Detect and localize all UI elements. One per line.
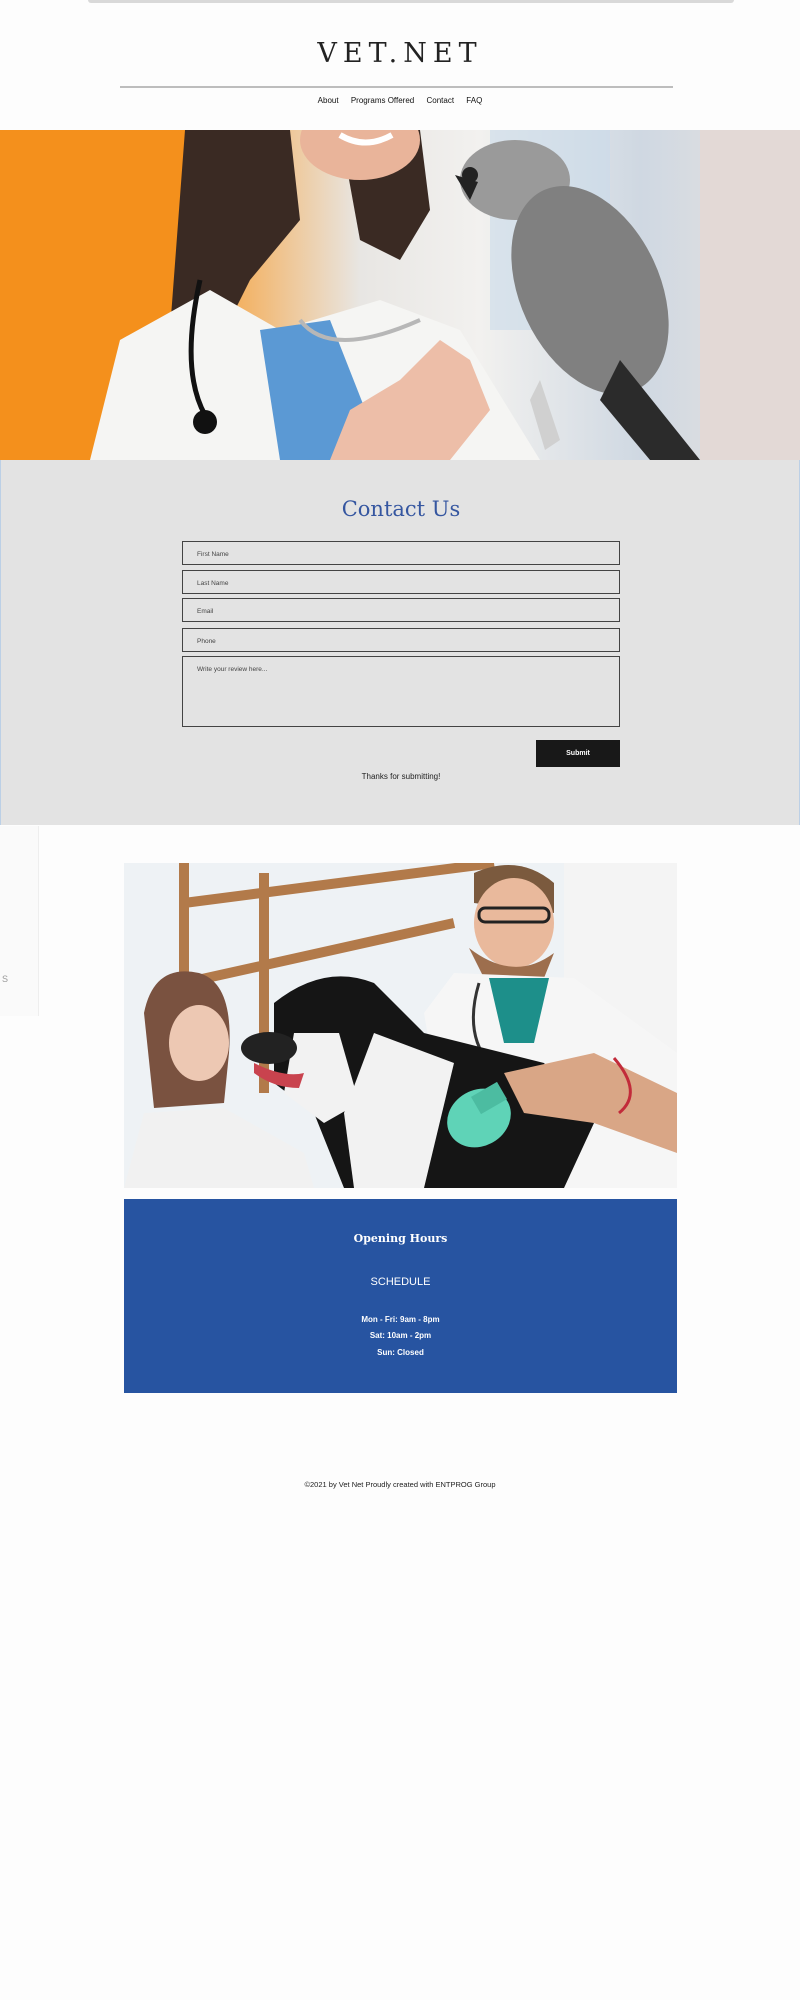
- thanks-message: Thanks for submitting!: [361, 772, 441, 781]
- main-nav: About Programs Offered Contact FAQ: [0, 96, 800, 105]
- hours-sunday: Sun: Closed: [377, 1348, 424, 1357]
- side-widget-label: S: [2, 974, 9, 984]
- email-field[interactable]: Email: [182, 598, 620, 622]
- contact-section: Contact Us First Name Last Name Email Ph…: [0, 460, 800, 825]
- nav-faq[interactable]: FAQ: [466, 96, 482, 105]
- opening-hours-panel: Opening Hours SCHEDULE Mon - Fri: 9am - …: [124, 1199, 677, 1393]
- nav-programs-offered[interactable]: Programs Offered: [351, 96, 414, 105]
- opening-hours-title: Opening Hours: [353, 1232, 448, 1245]
- header-divider: [120, 86, 673, 88]
- hours-saturday: Sat: 10am - 2pm: [369, 1331, 432, 1340]
- side-widget[interactable]: S: [0, 826, 39, 1016]
- first-name-field[interactable]: First Name: [182, 541, 620, 565]
- nav-about[interactable]: About: [318, 96, 339, 105]
- footer-text: ©2021 by Vet Net Proudly created with EN…: [304, 1480, 496, 1489]
- hours-weekdays: Mon - Fri: 9am - 8pm: [361, 1315, 440, 1324]
- last-name-field[interactable]: Last Name: [182, 570, 620, 594]
- submit-button[interactable]: Submit: [536, 740, 620, 767]
- vet-dog-photo: [124, 863, 677, 1188]
- top-shadow: [88, 0, 734, 3]
- hero-image-vet-parrot: [0, 130, 800, 460]
- site-title[interactable]: VET.NET: [0, 38, 800, 69]
- review-textarea[interactable]: Write your review here...: [182, 656, 620, 727]
- contact-title: Contact Us: [341, 497, 461, 521]
- nav-contact[interactable]: Contact: [426, 96, 454, 105]
- schedule-label: SCHEDULE: [370, 1276, 431, 1288]
- phone-field[interactable]: Phone: [182, 628, 620, 652]
